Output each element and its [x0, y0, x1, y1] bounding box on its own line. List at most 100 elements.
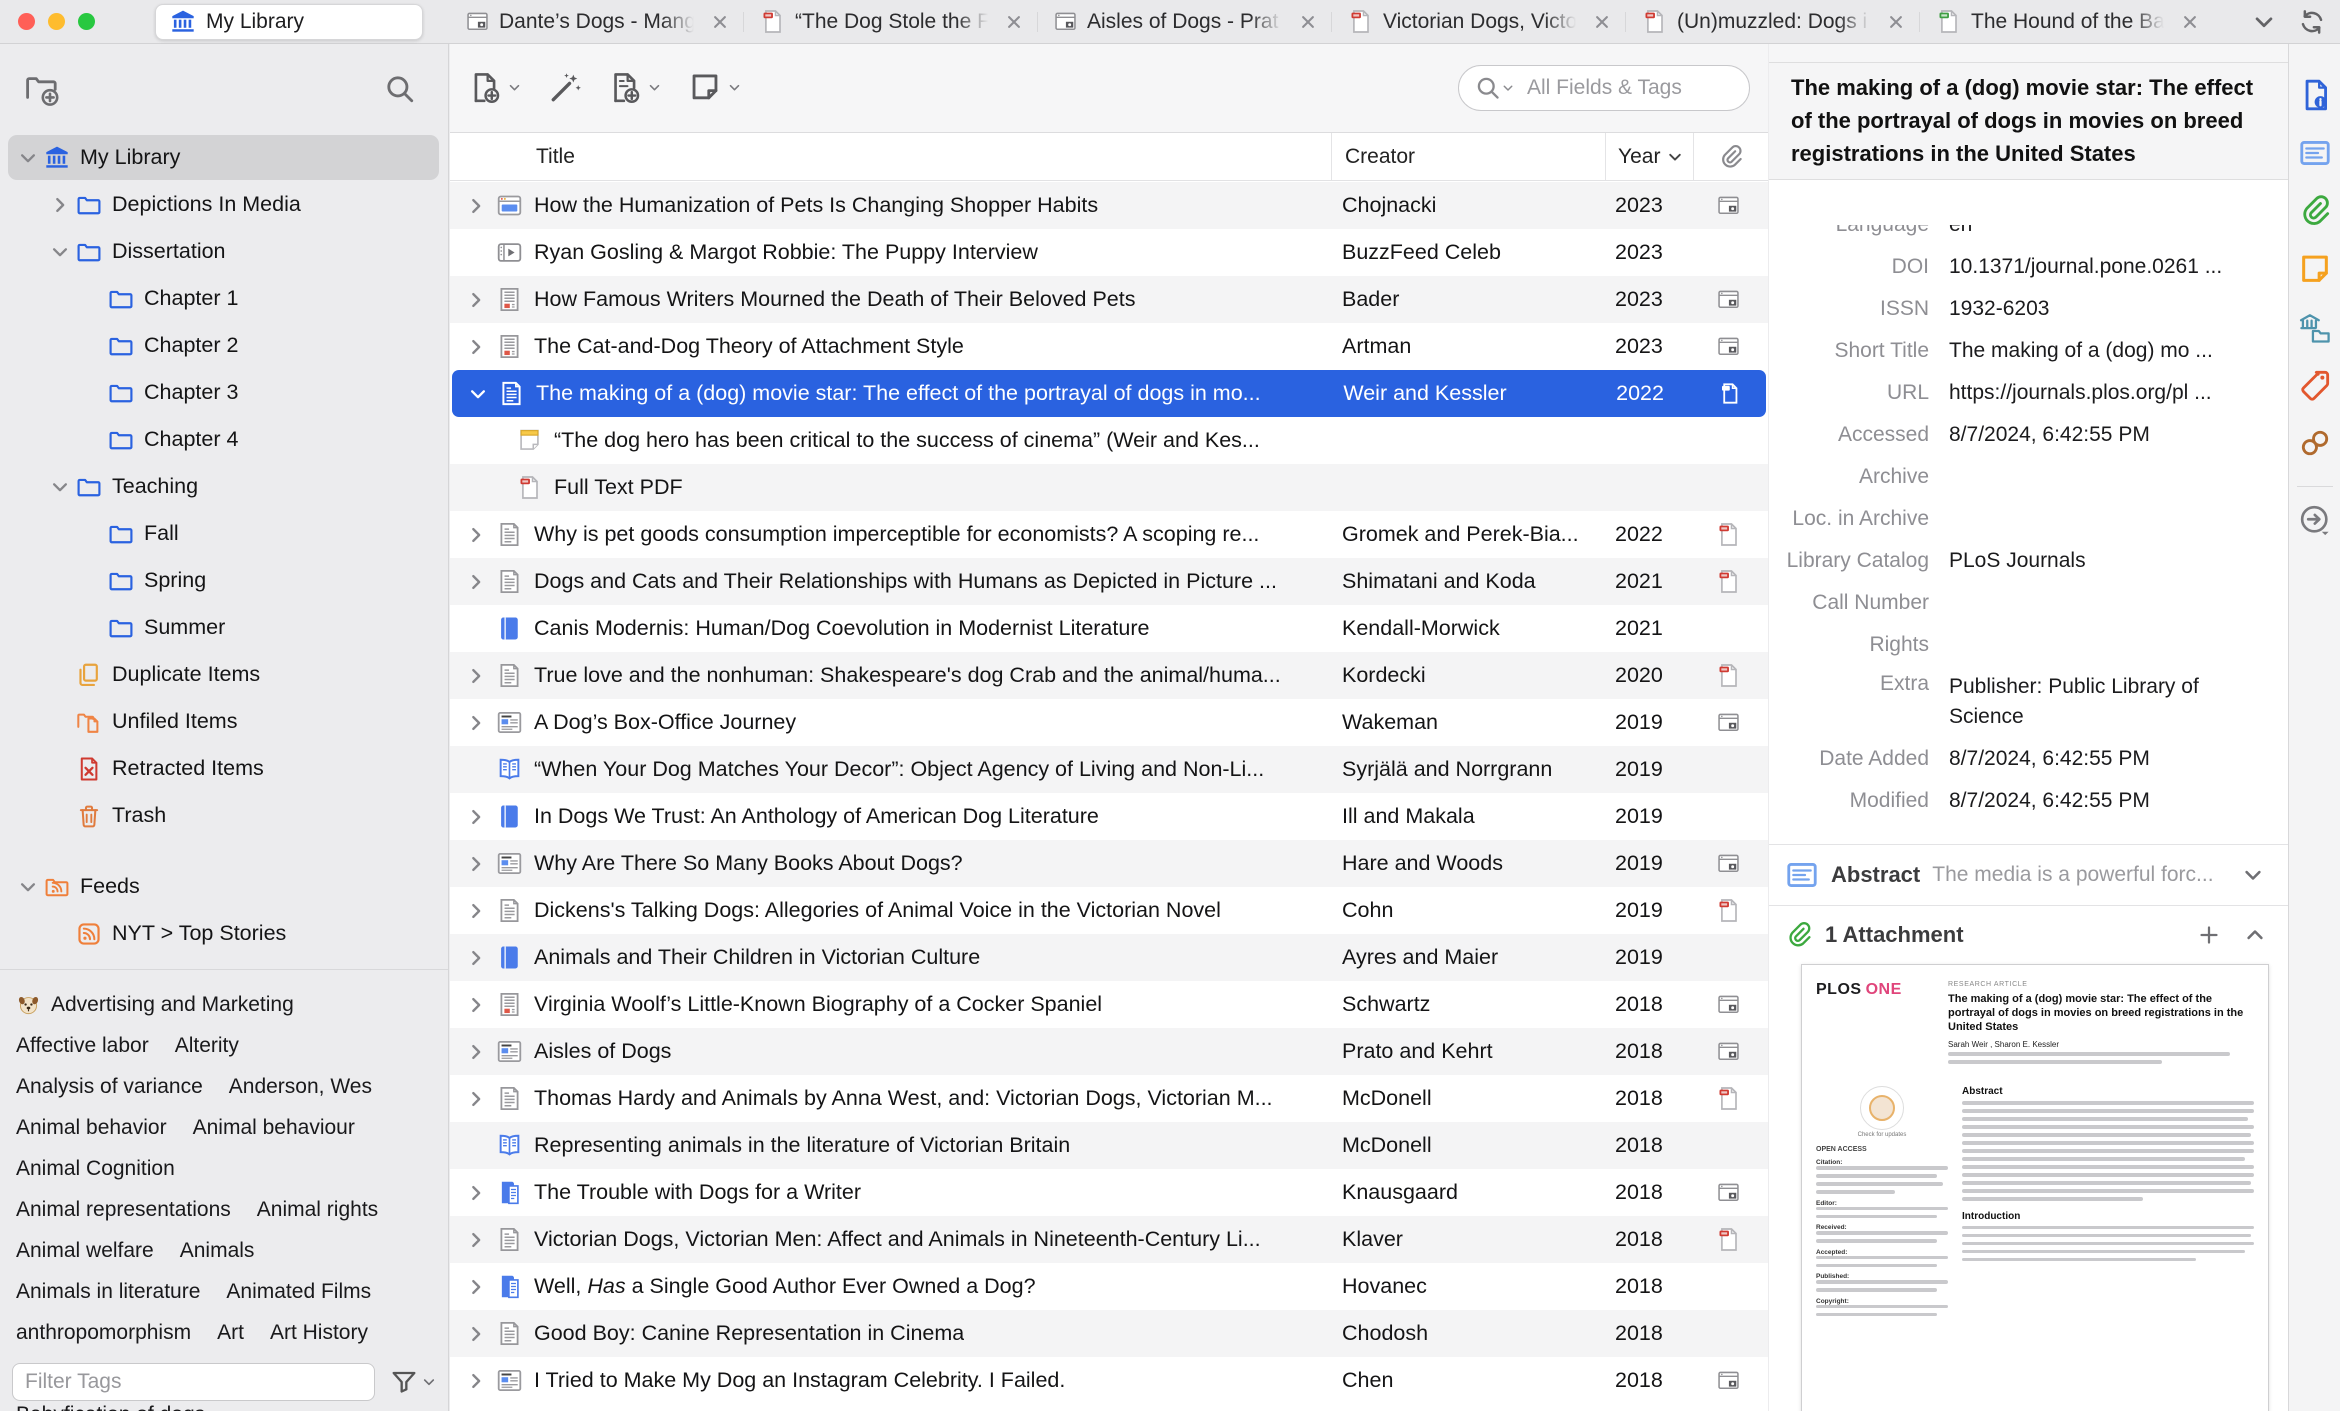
twisty-expand-icon[interactable]	[464, 1228, 488, 1252]
libraries-collections-pane-icon[interactable]	[2298, 310, 2332, 344]
add-by-identifier-button[interactable]	[548, 71, 582, 105]
attachments-section-header[interactable]: 1 Attachment	[1769, 905, 2288, 963]
twisty-expand-icon[interactable]	[464, 288, 488, 312]
close-tab-button[interactable]	[1883, 9, 1909, 35]
twisty-expand-icon[interactable]	[464, 1275, 488, 1299]
tag[interactable]: Animal representations	[16, 1198, 231, 1222]
notes-pane-icon[interactable]	[2298, 252, 2332, 286]
sidebar-item-chapter-3[interactable]: Chapter 3	[0, 369, 448, 416]
close-tab-button[interactable]	[707, 9, 733, 35]
minimize-window-button[interactable]	[48, 13, 65, 30]
field-value[interactable]: https://journals.plos.org/pl ...	[1949, 381, 2261, 405]
column-header-creator[interactable]: Creator	[1331, 133, 1605, 180]
field-value[interactable]: 8/7/2024, 6:42:55 PM	[1949, 747, 2261, 771]
field-value[interactable]: 10.1371/journal.pone.0261 ...	[1949, 255, 2261, 279]
tag[interactable]: Animal rights	[257, 1198, 378, 1222]
twisty-expand-icon[interactable]	[464, 899, 488, 923]
field-value[interactable]: 8/7/2024, 6:42:55 PM	[1949, 423, 2261, 447]
reader-tab[interactable]: Aisles of Dogs - Prat	[1037, 0, 1331, 43]
table-row[interactable]: Victorian Dogs, Victorian Men: Affect an…	[450, 1216, 1768, 1263]
twisty-expand-icon[interactable]	[464, 805, 488, 829]
reader-tab[interactable]: Victorian Dogs, Victo	[1331, 0, 1625, 43]
sidebar-item-chapter-4[interactable]: Chapter 4	[0, 416, 448, 463]
sidebar-item-unfiled-items[interactable]: Unfiled Items	[0, 698, 448, 745]
tag[interactable]: Animated Films	[226, 1280, 371, 1304]
table-row[interactable]: Representing animals in the literature o…	[450, 1122, 1768, 1169]
column-header-year[interactable]: Year	[1605, 133, 1693, 180]
table-row[interactable]: Dogs and Cats and Their Relationships wi…	[450, 558, 1768, 605]
field-value[interactable]: en	[1949, 225, 2261, 237]
tag-filter-input[interactable]	[12, 1363, 375, 1401]
tag[interactable]: Analysis of variance	[16, 1075, 203, 1099]
twisty-expand-icon[interactable]	[464, 570, 488, 594]
twisty-collapse-icon[interactable]	[48, 240, 72, 264]
pdf-preview-thumbnail[interactable]: PLOS ONE RESEARCH ARTICLE The making of a…	[1801, 964, 2269, 1411]
chevron-up-icon[interactable]	[2238, 918, 2272, 952]
table-row[interactable]: In Dogs We Trust: An Anthology of Americ…	[450, 793, 1768, 840]
sidebar-item-chapter-2[interactable]: Chapter 2	[0, 322, 448, 369]
tag[interactable]: Animals	[180, 1239, 255, 1263]
sidebar-item-teaching[interactable]: Teaching	[0, 463, 448, 510]
twisty-collapse-icon[interactable]	[48, 475, 72, 499]
twisty-expand-icon[interactable]	[464, 946, 488, 970]
table-row[interactable]: The Cat-and-Dog Theory of Attachment Sty…	[450, 323, 1768, 370]
new-item-button[interactable]	[468, 71, 522, 105]
new-note-button[interactable]	[688, 71, 742, 105]
table-row[interactable]: The Trouble with Dogs for a Writer Knausg…	[450, 1169, 1768, 1216]
sidebar-item-summer[interactable]: Summer	[0, 604, 448, 651]
child-attachment-row[interactable]: “The dog hero has been critical to the s…	[450, 417, 1768, 464]
close-tab-button[interactable]	[2177, 9, 2203, 35]
reader-tab[interactable]: (Un)muzzled: Dogs i	[1625, 0, 1919, 43]
tag-filter-options-button[interactable]	[389, 1367, 437, 1397]
close-tab-button[interactable]	[1001, 9, 1027, 35]
sidebar-item-fall[interactable]: Fall	[0, 510, 448, 557]
column-header-attachment[interactable]	[1693, 133, 1768, 180]
related-pane-icon[interactable]	[2298, 426, 2332, 460]
twisty-collapse-icon[interactable]	[16, 146, 40, 170]
sync-button[interactable]	[2292, 2, 2332, 42]
twisty-expand-icon[interactable]	[464, 1087, 488, 1111]
tag[interactable]: Affective labor	[16, 1034, 149, 1058]
new-collection-button[interactable]	[24, 71, 60, 107]
sidebar-item-dissertation[interactable]: Dissertation	[0, 228, 448, 275]
abstract-section[interactable]: Abstract The media is a powerful forc...	[1769, 844, 2288, 905]
table-row[interactable]: Canis Modernis: Human/Dog Coevolution in…	[450, 605, 1768, 652]
column-header-title[interactable]: Title	[450, 133, 1331, 180]
chevron-down-icon[interactable]	[2236, 858, 2270, 892]
reader-tab[interactable]: The Hound of the Ba	[1919, 0, 2213, 43]
twisty-expand-icon[interactable]	[464, 852, 488, 876]
field-value[interactable]: 1932-6203	[1949, 297, 2261, 321]
tag[interactable]: Animals in literature	[16, 1280, 200, 1304]
tag[interactable]: Art	[217, 1321, 244, 1345]
table-row[interactable]: “When Your Dog Matches Your Decor”: Obje…	[450, 746, 1768, 793]
items-search-field[interactable]: All Fields & Tags	[1458, 65, 1750, 111]
close-tab-button[interactable]	[1589, 9, 1615, 35]
twisty-collapse-icon[interactable]	[466, 382, 490, 406]
tag[interactable]: Advertising and Marketing	[16, 992, 294, 1017]
tab-my-library[interactable]: My Library	[155, 3, 423, 40]
field-value[interactable]: PLoS Journals	[1949, 549, 2261, 573]
twisty-expand-icon[interactable]	[464, 1181, 488, 1205]
sidebar-item-trash[interactable]: Trash	[0, 792, 448, 839]
zoom-window-button[interactable]	[78, 13, 95, 30]
table-row[interactable]: I Tried to Make My Dog an Instagram Cele…	[450, 1357, 1768, 1404]
table-row[interactable]: Why Are There So Many Books About Dogs? H…	[450, 840, 1768, 887]
attachments-pane-icon[interactable]	[2298, 194, 2332, 228]
table-row[interactable]: Virginia Woolf’s Little-Known Biography …	[450, 981, 1768, 1028]
table-row[interactable]: Well, Has a Single Good Author Ever Owne…	[450, 1263, 1768, 1310]
table-row[interactable]: The making of a (dog) movie star: The ef…	[452, 370, 1766, 417]
table-row[interactable]: Thomas Hardy and Animals by Anna West, a…	[450, 1075, 1768, 1122]
new-attachment-button[interactable]	[608, 71, 662, 105]
table-row[interactable]: Why is pet goods consumption imperceptib…	[450, 511, 1768, 558]
tag[interactable]: Animal behaviour	[193, 1116, 355, 1140]
sidebar-item-duplicate-items[interactable]: Duplicate Items	[0, 651, 448, 698]
close-window-button[interactable]	[18, 13, 35, 30]
table-row[interactable]: Good Boy: Canine Representation in Cinem…	[450, 1310, 1768, 1357]
sidebar-item-nyt-top-stories[interactable]: NYT > Top Stories	[0, 910, 448, 957]
twisty-expand-icon[interactable]	[464, 1322, 488, 1346]
table-row[interactable]: Aisles of Dogs Prato and Kehrt 2018	[450, 1028, 1768, 1075]
abstract-pane-icon[interactable]	[2298, 136, 2332, 170]
tag[interactable]: Animal behavior	[16, 1116, 167, 1140]
tag[interactable]: Animal Cognition	[16, 1157, 175, 1181]
sidebar-item-feeds[interactable]: Feeds	[0, 863, 448, 910]
